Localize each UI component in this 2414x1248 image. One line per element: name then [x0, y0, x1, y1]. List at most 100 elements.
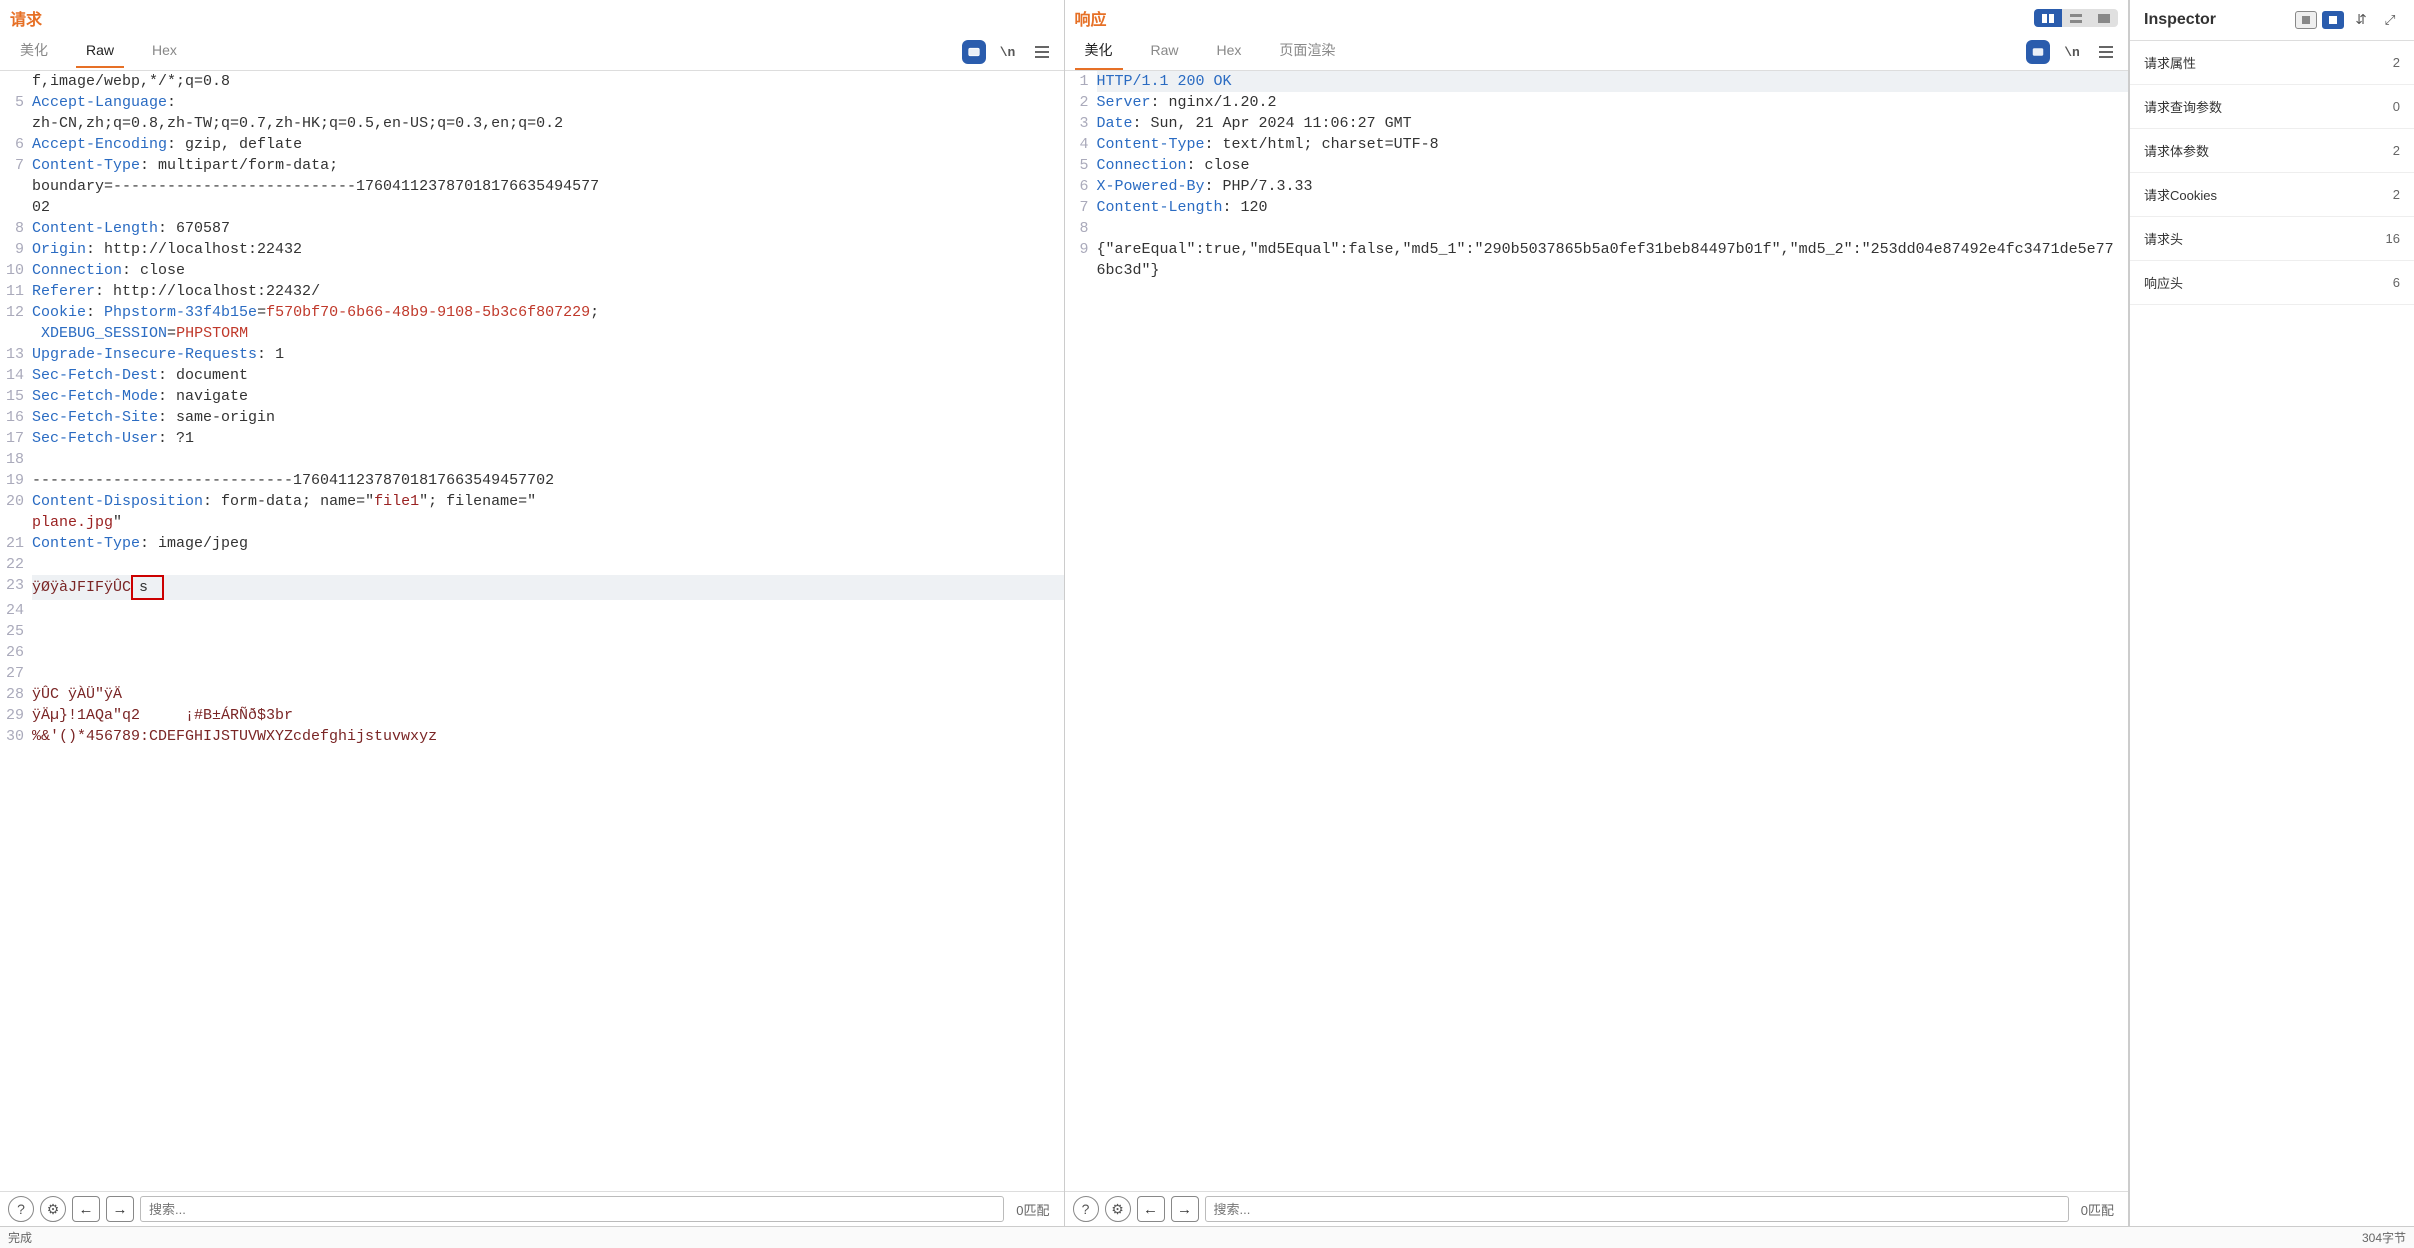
- line-content: Content-Type: multipart/form-data;: [32, 155, 1064, 176]
- code-line[interactable]: 8Content-Length: 670587: [0, 218, 1064, 239]
- code-line[interactable]: 19-----------------------------176041123…: [0, 470, 1064, 491]
- prev-icon[interactable]: ←: [1137, 1196, 1165, 1222]
- line-number: 6: [0, 134, 32, 155]
- next-icon[interactable]: →: [106, 1196, 134, 1222]
- line-content: ÿÛC ÿÀÜ"ÿÄ: [32, 684, 1064, 705]
- code-line[interactable]: 7Content-Type: multipart/form-data;: [0, 155, 1064, 176]
- highlight-box: s: [131, 575, 164, 600]
- help-icon[interactable]: ?: [8, 1196, 34, 1222]
- code-line[interactable]: 10Connection: close: [0, 260, 1064, 281]
- inspector-row[interactable]: 响应头6: [2130, 261, 2414, 305]
- inspector-row[interactable]: 请求体参数2: [2130, 129, 2414, 173]
- code-line[interactable]: 5Accept-Language:: [0, 92, 1064, 113]
- code-line[interactable]: 7Content-Length: 120: [1065, 197, 2129, 218]
- tab-raw[interactable]: Raw: [1141, 36, 1189, 68]
- code-line[interactable]: 30%&'()*456789:CDEFGHIJSTUVWXYZcdefghijs…: [0, 726, 1064, 747]
- response-body[interactable]: 1HTTP/1.1 200 OK2Server: nginx/1.20.23Da…: [1065, 71, 2129, 1191]
- tab-pretty[interactable]: 美化: [10, 34, 58, 70]
- tab-hex[interactable]: Hex: [142, 36, 187, 68]
- code-line[interactable]: 28ÿÛC ÿÀÜ"ÿÄ: [0, 684, 1064, 705]
- inspector-row[interactable]: 请求属性2: [2130, 41, 2414, 85]
- line-content: [32, 449, 1064, 470]
- tab-render[interactable]: 页面渲染: [1269, 34, 1345, 70]
- inspector-row-label: 请求体参数: [2144, 141, 2209, 160]
- code-line[interactable]: 14Sec-Fetch-Dest: document: [0, 365, 1064, 386]
- code-line[interactable]: 1HTTP/1.1 200 OK: [1065, 71, 2129, 92]
- code-line[interactable]: 17Sec-Fetch-User: ?1: [0, 428, 1064, 449]
- line-number: 2: [1065, 92, 1097, 113]
- code-line[interactable]: 8: [1065, 218, 2129, 239]
- line-content: %&'()*456789:CDEFGHIJSTUVWXYZcdefghijstu…: [32, 726, 1064, 747]
- view-list-icon[interactable]: [2295, 11, 2317, 29]
- inspector-row[interactable]: 请求头16: [2130, 217, 2414, 261]
- code-line[interactable]: 6X-Powered-By: PHP/7.3.33: [1065, 176, 2129, 197]
- request-search-input[interactable]: [140, 1196, 1004, 1222]
- code-line[interactable]: boundary=---------------------------1760…: [0, 176, 1064, 197]
- request-match-count: 0匹配: [1010, 1200, 1055, 1219]
- code-line[interactable]: 12Cookie: Phpstorm-33f4b15e=f570bf70-6b6…: [0, 302, 1064, 323]
- code-line[interactable]: 2Server: nginx/1.20.2: [1065, 92, 2129, 113]
- code-line[interactable]: 16Sec-Fetch-Site: same-origin: [0, 407, 1064, 428]
- layout-rows-icon[interactable]: [2062, 9, 2090, 27]
- code-line[interactable]: 22: [0, 554, 1064, 575]
- code-line[interactable]: zh-CN,zh;q=0.8,zh-TW;q=0.7,zh-HK;q=0.5,e…: [0, 113, 1064, 134]
- inspector-row-label: 请求Cookies: [2144, 185, 2217, 204]
- code-line[interactable]: 27: [0, 663, 1064, 684]
- status-right: 304字节: [2362, 1229, 2406, 1246]
- line-number: 30: [0, 726, 32, 747]
- line-content: Upgrade-Insecure-Requests: 1: [32, 344, 1064, 365]
- code-line[interactable]: XDEBUG_SESSION=PHPSTORM: [0, 323, 1064, 344]
- action-icon[interactable]: [962, 40, 986, 64]
- expand-icon[interactable]: ⇵: [2349, 8, 2373, 32]
- code-line[interactable]: 3Date: Sun, 21 Apr 2024 11:06:27 GMT: [1065, 113, 2129, 134]
- line-number: 7: [1065, 197, 1097, 218]
- line-number: 6: [1065, 176, 1097, 197]
- inspector-row-count: 0: [2393, 99, 2400, 114]
- code-line[interactable]: 13Upgrade-Insecure-Requests: 1: [0, 344, 1064, 365]
- response-search-input[interactable]: [1205, 1196, 2069, 1222]
- next-icon[interactable]: →: [1171, 1196, 1199, 1222]
- request-body[interactable]: f,image/webp,*/*;q=0.85Accept-Language:z…: [0, 71, 1064, 1191]
- line-number: 9: [0, 239, 32, 260]
- code-line[interactable]: 25: [0, 621, 1064, 642]
- action-icon[interactable]: [2026, 40, 2050, 64]
- code-line[interactable]: 23ÿØÿàJFIFÿÛCs: [0, 575, 1064, 600]
- inspector-row[interactable]: 请求查询参数0: [2130, 85, 2414, 129]
- code-line[interactable]: 6Accept-Encoding: gzip, deflate: [0, 134, 1064, 155]
- code-line[interactable]: 26: [0, 642, 1064, 663]
- newline-toggle[interactable]: \n: [996, 40, 1020, 64]
- menu-icon[interactable]: [1030, 40, 1054, 64]
- inspector-row[interactable]: 请求Cookies2: [2130, 173, 2414, 217]
- layout-columns-icon[interactable]: [2034, 9, 2062, 27]
- tab-raw[interactable]: Raw: [76, 36, 124, 68]
- code-line[interactable]: f,image/webp,*/*;q=0.8: [0, 71, 1064, 92]
- response-tab-tools: \n: [2026, 40, 2118, 64]
- layout-single-icon[interactable]: [2090, 9, 2118, 27]
- tab-pretty[interactable]: 美化: [1075, 34, 1123, 70]
- collapse-icon[interactable]: ⤢: [2378, 8, 2402, 32]
- code-line[interactable]: 11Referer: http://localhost:22432/: [0, 281, 1064, 302]
- gear-icon[interactable]: ⚙: [1105, 1196, 1131, 1222]
- tab-hex[interactable]: Hex: [1207, 36, 1252, 68]
- prev-icon[interactable]: ←: [72, 1196, 100, 1222]
- code-line[interactable]: 18: [0, 449, 1064, 470]
- code-line[interactable]: 24: [0, 600, 1064, 621]
- code-line[interactable]: 15Sec-Fetch-Mode: navigate: [0, 386, 1064, 407]
- menu-icon[interactable]: [2094, 40, 2118, 64]
- code-line[interactable]: 9{"areEqual":true,"md5Equal":false,"md5_…: [1065, 239, 2129, 281]
- code-line[interactable]: 9Origin: http://localhost:22432: [0, 239, 1064, 260]
- code-line[interactable]: 5Connection: close: [1065, 155, 2129, 176]
- help-icon[interactable]: ?: [1073, 1196, 1099, 1222]
- newline-toggle[interactable]: \n: [2060, 40, 2084, 64]
- line-number: [0, 323, 32, 344]
- code-line[interactable]: 29ÿÄµ}!1AQa"q2 ¡#B±ÁRÑð$3br: [0, 705, 1064, 726]
- view-columns-icon[interactable]: [2322, 11, 2344, 29]
- code-line[interactable]: 02: [0, 197, 1064, 218]
- gear-icon[interactable]: ⚙: [40, 1196, 66, 1222]
- code-line[interactable]: 21Content-Type: image/jpeg: [0, 533, 1064, 554]
- code-line[interactable]: plane.jpg": [0, 512, 1064, 533]
- line-content: Origin: http://localhost:22432: [32, 239, 1064, 260]
- code-line[interactable]: 20Content-Disposition: form-data; name="…: [0, 491, 1064, 512]
- code-line[interactable]: 4Content-Type: text/html; charset=UTF-8: [1065, 134, 2129, 155]
- line-content: [32, 600, 1064, 621]
